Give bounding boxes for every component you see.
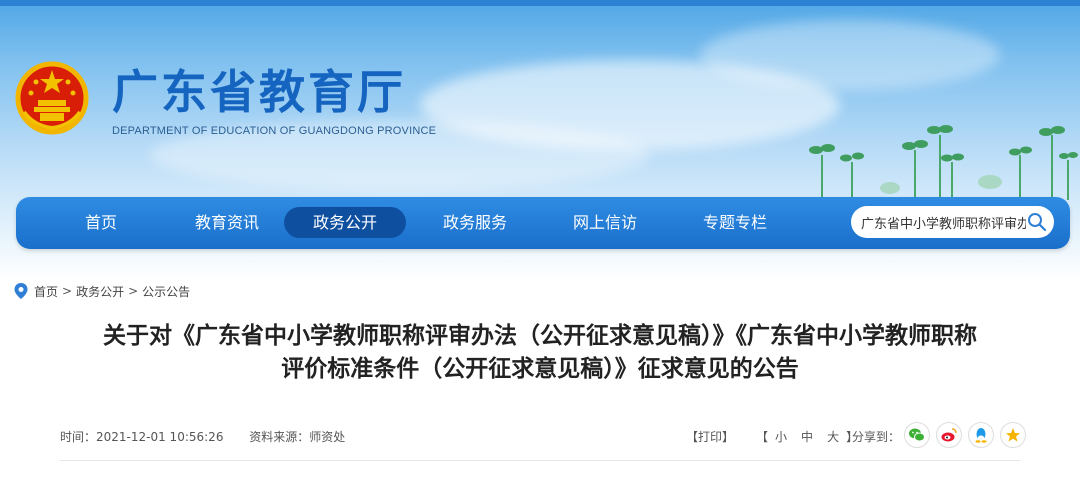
share-qzone-button[interactable] — [1000, 422, 1026, 448]
share-label: 分享到： — [852, 430, 901, 444]
search-icon[interactable] — [1026, 211, 1048, 233]
search-box — [851, 206, 1054, 238]
main-navbar: 首页 教育资讯 政务公开 政务服务 网上信访 专题专栏 — [16, 197, 1070, 249]
nav-item-education-news[interactable]: 教育资讯 — [172, 207, 282, 238]
font-size-medium-button[interactable]: 中 — [801, 428, 813, 445]
nav-item-government-services[interactable]: 政务服务 — [420, 207, 530, 238]
font-size-small-button[interactable]: 小 — [775, 428, 787, 445]
nav-item-home[interactable]: 首页 — [62, 207, 140, 238]
article-title-line-2: 评价标准条件（公开征求意见稿）》征求意见的公告 — [281, 356, 799, 382]
breadcrumb-home[interactable]: 首页 — [34, 283, 58, 300]
breadcrumb-government-affairs[interactable]: 政务公开 — [76, 283, 124, 300]
publish-time: 时间：2021-12-01 10:56:26 — [60, 430, 224, 444]
nav-item-online-petition[interactable]: 网上信访 — [550, 207, 660, 238]
wechat-icon — [909, 428, 925, 442]
sprout-decoration — [809, 125, 1078, 200]
meta-divider — [60, 460, 1020, 461]
breadcrumb-separator: > — [62, 284, 73, 298]
article-title-line-1: 关于对《广东省中小学教师职称评审办法（公开征求意见稿）》《广东省中小学教师职称 — [103, 323, 977, 349]
article-tools: 【打印】 【 小 中 大 】 — [686, 428, 858, 445]
search-input[interactable] — [861, 206, 1026, 238]
article-source: 资料来源：师资处 — [249, 430, 346, 444]
breadcrumb-announcements[interactable]: 公示公告 — [142, 283, 190, 300]
share-qq-button[interactable] — [968, 422, 994, 448]
qzone-icon — [1006, 428, 1020, 442]
site-subtitle: DEPARTMENT OF EDUCATION OF GUANGDONG PRO… — [112, 125, 437, 137]
share-weibo-button[interactable] — [936, 422, 962, 448]
font-size-large-button[interactable]: 大 — [827, 428, 839, 445]
national-emblem-icon[interactable] — [14, 60, 90, 136]
article-title: 关于对《广东省中小学教师职称评审办法（公开征求意见稿）》《广东省中小学教师职称 … — [40, 320, 1040, 386]
qq-icon — [975, 428, 987, 443]
print-button[interactable]: 【打印】 — [686, 428, 734, 445]
article-meta: 时间：2021-12-01 10:56:26 资料来源：师资处 — [60, 428, 367, 445]
nav-item-government-affairs[interactable]: 政务公开 — [284, 207, 406, 238]
breadcrumb-separator: > — [128, 284, 139, 298]
font-size-bracket-open: 【 — [756, 430, 769, 444]
breadcrumb: 首页 > 政务公开 > 公示公告 — [14, 282, 190, 300]
share-buttons — [904, 422, 1032, 448]
location-pin-icon — [14, 283, 28, 299]
nav-item-special-topics[interactable]: 专题专栏 — [680, 207, 790, 238]
cloud-decoration — [700, 20, 1000, 90]
share-wechat-button[interactable] — [904, 422, 930, 448]
site-title[interactable]: 广东省教育厅 — [112, 56, 406, 122]
weibo-icon — [941, 428, 957, 442]
